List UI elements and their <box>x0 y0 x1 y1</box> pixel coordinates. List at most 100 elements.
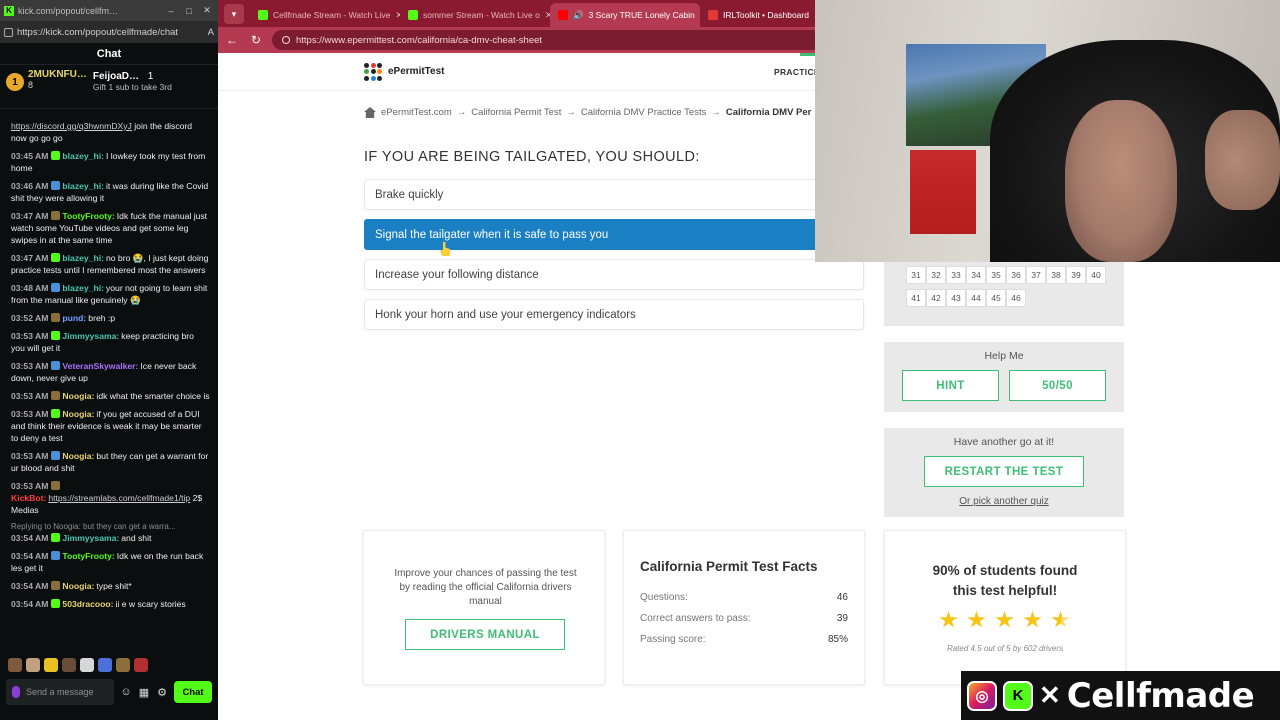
chat-window-titlebar: K kick.com/popout/cellfm… – □ ✕ <box>0 0 218 21</box>
question-number-button[interactable]: 39 <box>1066 266 1086 284</box>
site-info-icon[interactable] <box>282 36 290 44</box>
translate-icon[interactable]: A <box>208 27 214 38</box>
fifty-fifty-button[interactable]: 50/50 <box>1009 370 1106 401</box>
chat-message: 03:53 AM KickBot: https://streamlabs.com/c… <box>11 480 210 516</box>
message-timestamp: 03:54 AM <box>11 599 49 609</box>
question-number-button[interactable]: 46 <box>1006 289 1026 307</box>
kick-chat-popout: K kick.com/popout/cellfm… – □ ✕ https://… <box>0 0 218 720</box>
emote-icon[interactable] <box>62 658 76 672</box>
maximize-icon[interactable]: □ <box>182 6 196 16</box>
browser-tab[interactable]: Cellfmade Stream - Watch Live ✕ <box>250 3 400 27</box>
question-number-button[interactable]: 42 <box>926 289 946 307</box>
leaderboard-count: 1 <box>147 71 154 82</box>
emote-icon[interactable] <box>80 658 94 672</box>
question-number-button[interactable]: 35 <box>986 266 1006 284</box>
message-username[interactable]: Jimmyysama: <box>62 331 119 341</box>
x-icon: ✕ <box>1039 680 1061 710</box>
reload-icon[interactable]: ↻ <box>248 33 264 47</box>
close-icon[interactable]: ✕ <box>200 5 214 16</box>
restart-test-button[interactable]: RESTART THE TEST <box>924 456 1084 487</box>
question-number-row: 31 32 33 34 35 36 37 38 39 40 <box>906 266 1124 284</box>
question-number-button[interactable]: 44 <box>966 289 986 307</box>
speaker-icon[interactable]: 🔊 <box>573 10 584 21</box>
emote-icon[interactable] <box>116 658 130 672</box>
breadcrumb-item[interactable]: ePermitTest.com <box>381 107 452 118</box>
message-username[interactable]: TootyFrooty: <box>62 211 114 221</box>
question-number-button[interactable]: 36 <box>1006 266 1026 284</box>
fact-row: Questions: 46 <box>640 592 848 603</box>
question-number-button[interactable]: 38 <box>1046 266 1066 284</box>
message-username[interactable]: Noogia: <box>62 391 94 401</box>
message-username[interactable]: blazey_hi: <box>62 181 104 191</box>
message-username[interactable]: pund: <box>62 313 86 323</box>
message-username[interactable]: TootyFrooty: <box>62 551 114 561</box>
answer-option[interactable]: Honk your horn and use your emergency in… <box>364 299 864 330</box>
message-username[interactable]: Noogia: <box>62 581 94 591</box>
minimize-icon[interactable]: – <box>164 6 178 16</box>
emote-icon[interactable] <box>8 658 22 672</box>
question-number-button[interactable]: 37 <box>1026 266 1046 284</box>
message-username[interactable]: blazey_hi: <box>62 283 104 293</box>
question-number-button[interactable]: 43 <box>946 289 966 307</box>
leaderboard-count: 8 <box>28 80 34 90</box>
pick-another-quiz-link[interactable]: Or pick another quiz <box>884 496 1124 507</box>
emote-icon[interactable] <box>44 658 58 672</box>
chat-header: Chat <box>0 43 218 65</box>
emoji-icon[interactable]: ☺ <box>120 686 132 698</box>
kick-favicon-icon <box>408 10 418 20</box>
message-username[interactable]: Jimmyysama: <box>62 533 119 543</box>
message-username[interactable]: blazey_hi: <box>62 151 104 161</box>
browser-tab-active[interactable]: 🔊 3 Scary TRUE Lonely Cabin ✕ <box>550 3 700 27</box>
tab-title: 3 Scary TRUE Lonely Cabin <box>588 10 695 20</box>
question-number-button[interactable]: 32 <box>926 266 946 284</box>
question-number-button[interactable]: 34 <box>966 266 986 284</box>
message-username[interactable]: KickBot: <box>11 493 46 503</box>
message-timestamp: 03:47 AM <box>11 211 49 221</box>
chat-message: 03:46 AM blazey_hi: it was during like the… <box>11 180 210 204</box>
question-number-button[interactable]: 40 <box>1086 266 1106 284</box>
site-logo[interactable]: ePermitTest <box>364 62 445 81</box>
breadcrumb-item[interactable]: California DMV Practice Tests <box>581 107 706 118</box>
user-badge-icon <box>51 551 61 560</box>
browser-tab[interactable]: sommer Stream - Watch Live o ✕ <box>400 3 550 27</box>
chat-messages[interactable]: https://discord.gg/q3hwnmDXyJ join the d… <box>0 120 218 650</box>
question-number-button[interactable]: 33 <box>946 266 966 284</box>
leaderboard-entry[interactable]: 1 2MUKNFU… 8 <box>6 69 87 104</box>
back-arrow-icon[interactable]: ← <box>224 33 240 47</box>
answer-option[interactable]: Increase your following distance <box>364 259 864 290</box>
home-icon[interactable] <box>364 107 376 118</box>
chat-input[interactable]: Send a message <box>6 679 114 705</box>
emote-icon[interactable] <box>98 658 112 672</box>
irltoolkit-favicon-icon <box>708 10 718 20</box>
gear-icon[interactable]: ⚙ <box>156 686 168 699</box>
star-icon <box>939 611 958 628</box>
message-link[interactable]: https://streamlabs.com/cellfmade1/tip <box>48 493 190 503</box>
breadcrumb-item[interactable]: California Permit Test <box>471 107 561 118</box>
question-number-button[interactable]: 45 <box>986 289 1006 307</box>
store-icon[interactable]: ▦ <box>138 686 150 699</box>
message-username[interactable]: VeteranSkywalker: <box>62 361 138 371</box>
question-number-button[interactable]: 41 <box>906 289 926 307</box>
rating-caption: Rated 4.5 out of 5 by 602 drivers <box>946 644 1064 653</box>
drivers-manual-button[interactable]: DRIVERS MANUAL <box>405 619 565 650</box>
emote-icon[interactable] <box>26 658 40 672</box>
emote-icon[interactable] <box>134 658 148 672</box>
chat-url-bar[interactable]: https://kick.com/popout/cellfmade/chat A <box>0 21 218 43</box>
question-number-button[interactable]: 31 <box>906 266 926 284</box>
nav-practice-link[interactable]: PRACTICE <box>774 67 820 77</box>
message-timestamp: 03:53 AM <box>11 481 49 491</box>
message-username[interactable]: blazey_hi: <box>62 253 104 263</box>
hint-button[interactable]: HINT <box>902 370 999 401</box>
send-chat-button[interactable]: Chat <box>174 681 212 703</box>
message-link[interactable]: https://discord.gg/q3hwnmDXyJ <box>11 121 132 131</box>
retry-panel: Have another go at it! RESTART THE TEST … <box>884 428 1124 517</box>
leaderboard-entry[interactable]: FeijoaD… 1 Gift 1 sub to take 3rd <box>93 69 172 104</box>
message-username[interactable]: 503dracooo: <box>62 599 113 609</box>
answer-option-selected[interactable]: Signal the tailgater when it is safe to … <box>364 219 864 250</box>
mic-icon[interactable] <box>12 686 20 698</box>
message-username[interactable]: Noogia: <box>62 409 94 419</box>
user-badge-icon <box>51 253 61 262</box>
answer-option[interactable]: Brake quickly <box>364 179 864 210</box>
tab-list-chevron-icon[interactable]: ▾ <box>224 4 244 24</box>
message-username[interactable]: Noogia: <box>62 451 94 461</box>
